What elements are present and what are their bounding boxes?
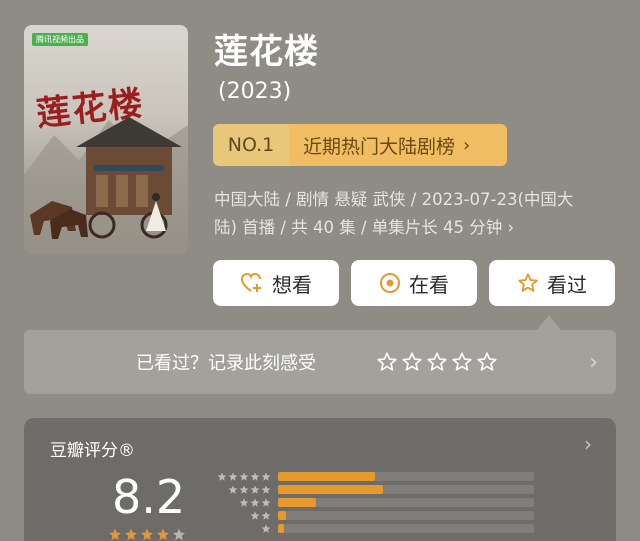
- chevron-right-icon: ›: [589, 349, 598, 375]
- small-stars-icon: [239, 497, 271, 507]
- poster-artwork: [24, 117, 188, 254]
- rating-row-2-star: [208, 509, 534, 522]
- rate-star-4-icon[interactable]: [451, 351, 473, 373]
- rating-row-stars: [208, 523, 272, 534]
- meta-line-2: 陆) 首播 / 共 40 集 / 单集片长 45 分钟 ›: [214, 218, 515, 237]
- rating-bar-2-star: [278, 511, 286, 520]
- rating-row-stars: [208, 471, 272, 482]
- rating-row-5-star: [208, 470, 534, 483]
- small-stars-icon: [261, 523, 271, 533]
- record-feeling-label: 已看过？记录此刻感受: [136, 353, 316, 374]
- rating-header: 豆瓣评分®: [50, 441, 135, 461]
- rating-row-1-star: [208, 522, 534, 535]
- rating-row-stars: [208, 497, 272, 508]
- release-year: (2023): [218, 79, 292, 104]
- panel-pointer: [537, 315, 561, 330]
- rating-score: 8.2: [112, 470, 186, 524]
- rating-bar-track: [278, 498, 534, 507]
- heart-plus-icon: [240, 272, 264, 294]
- target-icon: [379, 272, 401, 294]
- rank-badge[interactable]: NO.1 近期热门大陆剧榜 ›: [213, 124, 507, 166]
- rating-row-stars: [208, 510, 272, 521]
- poster-image[interactable]: 腾讯视频出品 莲花楼: [24, 25, 188, 254]
- rating-row-3-star: [208, 496, 534, 509]
- rate-star-1-icon[interactable]: [376, 351, 398, 373]
- chevron-right-icon: ›: [584, 432, 592, 456]
- rank-list-text: 近期热门大陆剧榜: [303, 135, 456, 158]
- rating-stars-display: [108, 528, 188, 541]
- rating-bar-3-star: [278, 498, 317, 507]
- rate-star-2-icon[interactable]: [401, 351, 423, 373]
- rating-row-4-star: [208, 483, 534, 496]
- want-to-watch-button[interactable]: 想看: [213, 260, 339, 306]
- rating-bar-track: [278, 485, 534, 494]
- rating-bar-track: [278, 472, 534, 481]
- douban-rating-card[interactable]: 豆瓣评分® › 8.2: [24, 418, 616, 541]
- rate-star-3-icon[interactable]: [426, 351, 448, 373]
- rating-stars-icon: [109, 528, 185, 541]
- rating-bar-track: [278, 511, 534, 520]
- rating-bar-track: [278, 524, 534, 533]
- watching-button[interactable]: 在看: [351, 260, 477, 306]
- small-stars-icon: [217, 471, 271, 481]
- watched-button[interactable]: 看过: [489, 260, 615, 306]
- small-stars-icon: [228, 484, 271, 494]
- rate-stars[interactable]: [376, 351, 498, 373]
- page-title: 莲花楼: [214, 32, 319, 72]
- rating-bar-1-star: [278, 524, 284, 533]
- star-outline-icon: [517, 272, 539, 294]
- meta-line-1: 中国大陆 / 剧情 悬疑 武侠 / 2023-07-23(中国大: [214, 190, 574, 209]
- rating-row-stars: [208, 484, 272, 495]
- poster-badge: 腾讯视频出品: [32, 33, 88, 46]
- rating-bar-5-star: [278, 472, 376, 481]
- record-feeling-panel[interactable]: 已看过？记录此刻感受 ›: [24, 330, 616, 394]
- rate-star-5-icon[interactable]: [476, 351, 498, 373]
- rank-list-label: 近期热门大陆剧榜 ›: [289, 124, 507, 166]
- small-stars-icon: [250, 510, 271, 520]
- watched-label: 看过: [547, 272, 587, 297]
- rating-distribution: [208, 470, 534, 535]
- rating-bar-4-star: [278, 485, 383, 494]
- show-meta-info[interactable]: 中国大陆 / 剧情 悬疑 武侠 / 2023-07-23(中国大 陆) 首播 /…: [214, 186, 624, 242]
- want-to-watch-label: 想看: [272, 272, 312, 297]
- watching-label: 在看: [409, 272, 449, 297]
- rank-number: NO.1: [213, 124, 289, 166]
- chevron-right-icon: ›: [463, 134, 471, 156]
